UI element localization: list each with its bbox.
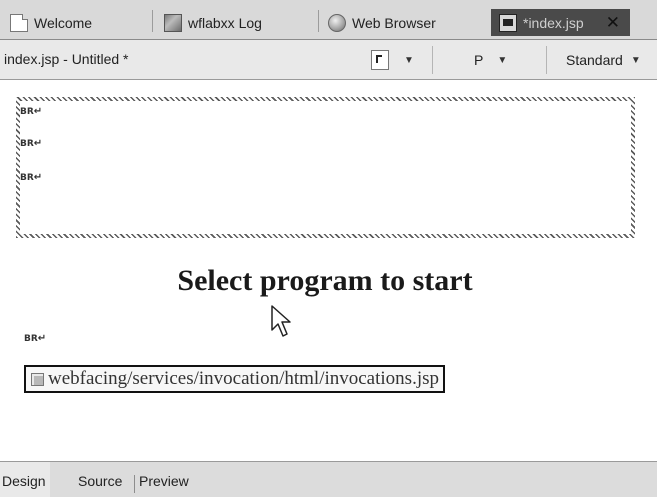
editor-tab-bar: Welcome wflabxx Log Web Browser *index.j… [0,0,657,40]
jsp-file-icon [499,13,517,32]
tab-welcome-label: Welcome [34,14,93,31]
file-title: index.jsp - Untitled * [4,51,129,67]
tab-web-browser[interactable]: Web Browser [328,9,436,36]
tab-preview[interactable]: Preview [139,473,189,489]
tab-index-jsp-label: *index.jsp [523,14,584,31]
mouse-pointer-icon [271,305,291,337]
tab-welcome[interactable]: Welcome [10,9,92,36]
paragraph-style-select[interactable]: P ▼ [474,49,507,71]
br-marker[interactable]: BR↵ [20,106,42,117]
tab-separator [318,10,319,32]
tab-source[interactable]: Source [78,473,122,489]
paragraph-format-button[interactable] [371,49,389,71]
tab-wflabxx-log[interactable]: wflabxx Log [164,9,262,36]
toolbar-separator [432,46,433,74]
tab-separator [134,475,135,493]
tab-index-jsp[interactable]: *index.jsp ✕ [491,9,630,36]
font-style-select[interactable]: Standard ▼ [566,49,641,71]
log-icon [164,13,182,32]
br-marker[interactable]: BR↵ [20,138,42,149]
font-style-value: Standard [566,52,623,68]
tab-separator [152,10,153,32]
include-icon [31,372,44,386]
tab-log-label: wflabxx Log [188,14,262,31]
chevron-down-icon: ▼ [630,54,641,66]
paragraph-format-icon [371,50,389,70]
tab-web-browser-label: Web Browser [352,14,436,31]
paragraph-style-value: P [474,52,484,68]
page-icon [10,13,28,32]
globe-icon [328,13,346,32]
br-marker[interactable]: BR↵ [24,333,46,344]
page-heading[interactable]: Select program to start [0,264,650,298]
include-path: webfacing/services/invocation/html/invoc… [48,368,439,389]
page-mode-tabs: Design Source Preview [0,461,657,497]
jsp-include-element[interactable]: webfacing/services/invocation/html/invoc… [24,365,445,393]
chevron-down-icon: ▼ [497,54,508,66]
paragraph-format-dropdown[interactable]: ▼ [404,49,414,71]
toolbar-separator [546,46,547,74]
editor-toolbar: index.jsp - Untitled * ▼ P ▼ Standard ▼ [0,40,657,80]
close-icon[interactable]: ✕ [606,13,620,33]
br-marker[interactable]: BR↵ [20,172,42,183]
form-region[interactable] [16,97,635,238]
chevron-down-icon: ▼ [404,54,414,66]
tab-design[interactable]: Design [0,462,50,497]
design-canvas[interactable]: BR↵ BR↵ BR↵ Select program to start BR↵ … [0,80,657,461]
